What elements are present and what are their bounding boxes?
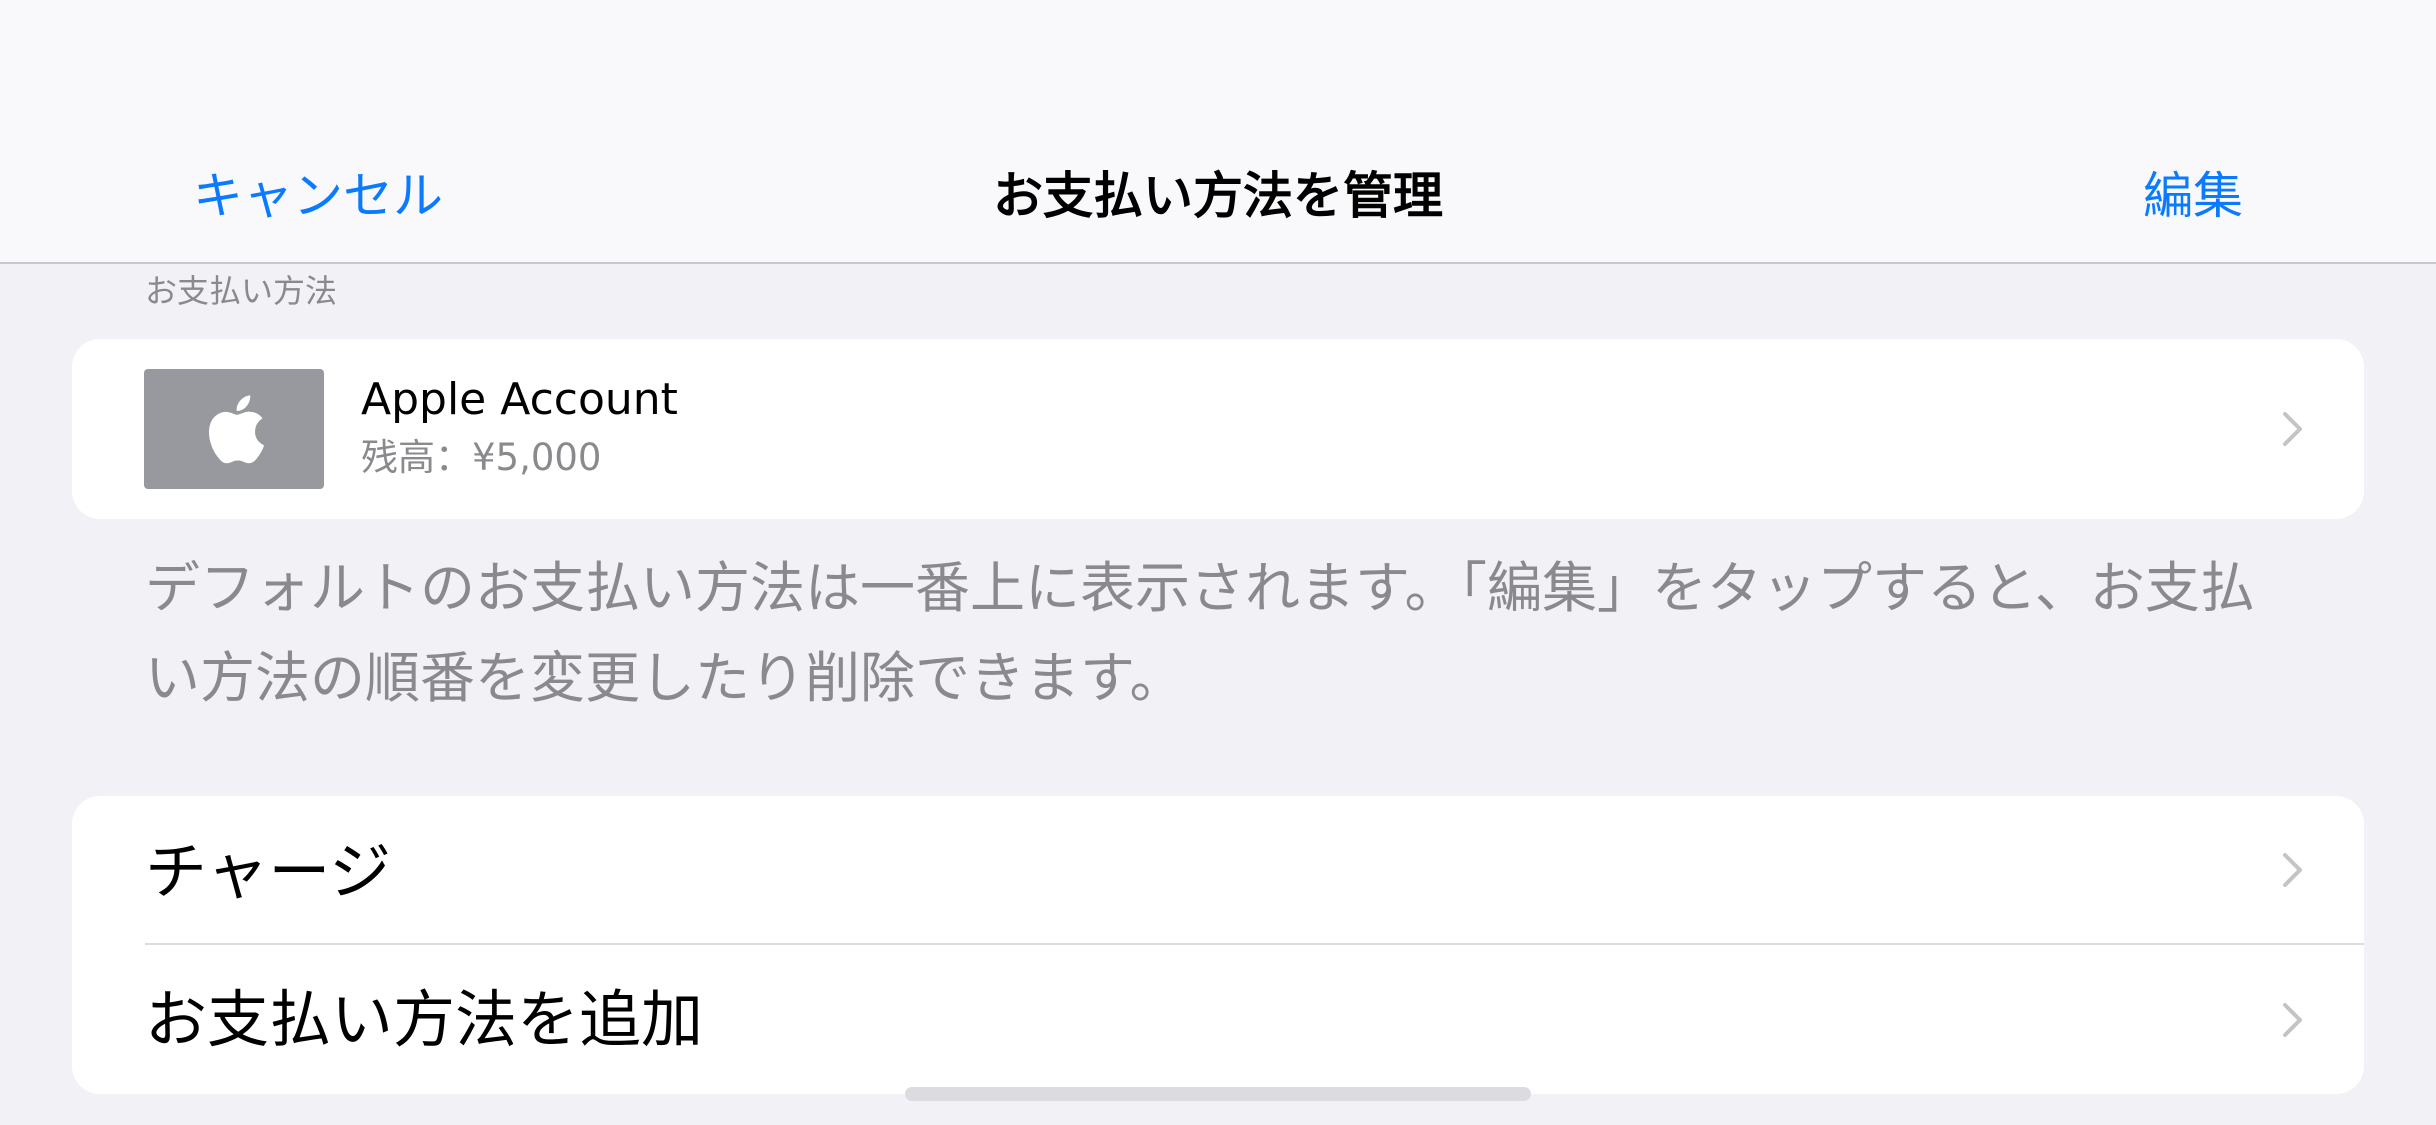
charge-label: チャージ (145, 835, 392, 908)
chevron-right-icon (2283, 412, 2302, 446)
chevron-right-icon (2283, 853, 2302, 887)
add-payment-method-label: お支払い方法を追加 (145, 983, 704, 1056)
account-balance: 残高：¥5,000 (361, 436, 602, 479)
actions-card: チャージ お支払い方法を追加 (72, 796, 2364, 1094)
apple-account-thumbnail (144, 369, 324, 489)
navigation-bar: キャンセル お支払い方法を管理 編集 (0, 0, 2436, 264)
charge-row[interactable]: チャージ (72, 796, 2364, 945)
home-indicator[interactable] (905, 1087, 1531, 1101)
apple-logo-icon (208, 395, 265, 464)
payment-methods-footnote: デフォルトのお支払い方法は一番上に表示されます。「編集」をタップすると、お支払い… (145, 556, 2255, 710)
page-title: お支払い方法を管理 (993, 167, 1443, 225)
payment-methods-card: Apple Account 残高：¥5,000 (72, 339, 2364, 519)
section-header-payment-methods: お支払い方法 (145, 272, 338, 310)
chevron-right-icon (2283, 1003, 2302, 1037)
account-name: Apple Account (361, 374, 678, 425)
add-payment-method-row[interactable]: お支払い方法を追加 (72, 944, 2364, 1092)
apple-account-row[interactable]: Apple Account 残高：¥5,000 (72, 339, 2364, 519)
edit-button[interactable]: 編集 (2143, 166, 2243, 226)
